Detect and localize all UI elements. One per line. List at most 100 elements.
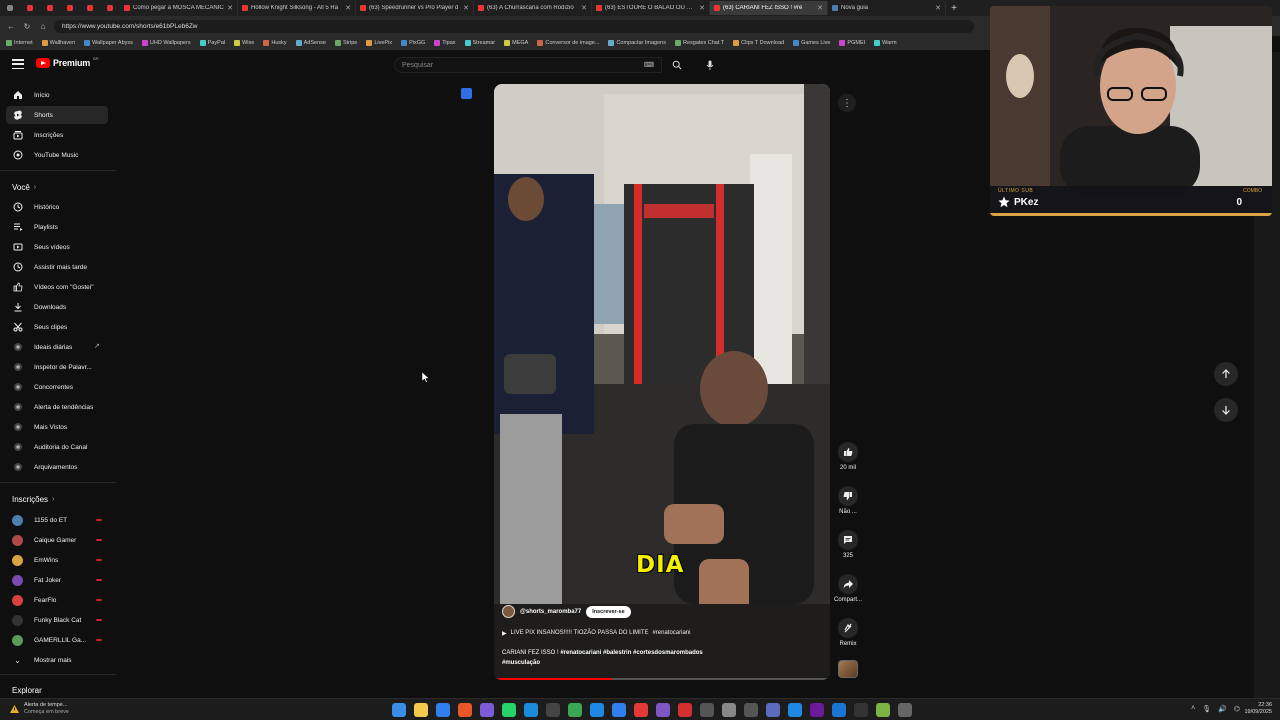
sidebar-section-subscriptions[interactable]: Inscrições › [12,495,54,504]
bookmark-item[interactable]: Clips T Download [733,40,784,46]
bookmark-item[interactable]: AdSense [295,40,326,46]
close-tab-icon[interactable]: ✕ [699,4,705,12]
sidebar-item-you[interactable]: Seus clipes [6,318,108,336]
taskbar-app-icon[interactable] [722,703,736,717]
browser-tab[interactable]: (63) A Churrascaria com Rodízio ✕ [474,1,592,15]
next-short-button[interactable] [1214,398,1238,422]
taskbar-app-icon[interactable] [744,703,758,717]
close-tab-icon[interactable]: ✕ [227,4,233,12]
windows-start-icon[interactable] [392,703,406,717]
bookmark-item[interactable]: Wallhaven [41,40,75,46]
browser-tab[interactable]: Hollow Knight Silksong - All 5 Ra ✕ [238,1,356,15]
video-progress-bar[interactable] [494,678,830,680]
bookmark-item[interactable]: Wallpaper Abyss [84,40,133,46]
taskbar-app-icon[interactable] [876,703,890,717]
bookmark-item[interactable]: LivePix [366,40,392,46]
close-tab-icon[interactable]: ✕ [935,4,941,12]
taskbar-app-icon[interactable] [898,703,912,717]
sidebar-subscription[interactable]: EmWins [6,551,108,569]
share-button[interactable] [838,574,858,594]
sidebar-item-you[interactable]: Playlists [6,218,108,236]
network-icon[interactable]: ⌬ [1234,705,1240,713]
back-icon[interactable]: ← [6,22,16,31]
sidebar-item-in-cio[interactable]: Início [6,86,108,104]
sidebar-subscription[interactable]: GAMERLLIL Ga... [6,631,108,649]
taskbar-app-icon[interactable] [546,703,560,717]
live-tag[interactable]: #renatocariani [652,630,690,637]
browser-tab[interactable]: (63) Speedrunner vs Pro Player d ✕ [356,1,474,15]
speaker-icon[interactable]: 🔊 [1218,705,1227,713]
taskbar-app-icon[interactable] [524,703,538,717]
subscribe-button[interactable]: Inscrever-se [586,605,631,618]
sidebar-item-inscri-es[interactable]: Inscrições [6,126,108,144]
more-options-button[interactable]: ⋮ [838,94,856,112]
reload-icon[interactable]: ↻ [22,22,32,31]
clock[interactable]: 22:36 19/09/2025 [1244,702,1272,716]
sidebar-item-youtube-music[interactable]: YouTube Music [6,146,108,164]
remix-button[interactable] [838,618,858,638]
keyboard-icon[interactable]: ⌨ [644,61,654,69]
short-video-player[interactable]: DIA @shorts_maromba77 Inscrever-se ▶ LIV… [494,84,830,680]
sidebar-item-you[interactable]: Concorrentes [6,378,108,396]
taskbar-app-icon[interactable] [854,703,868,717]
pinned-tab[interactable] [40,1,60,15]
live-pix-link[interactable]: ▶ LIVE PIX INSANOS!!!!! TIOZÃO PASSA DO … [502,630,690,637]
weather-widget[interactable]: Alerta de tempe... Começa em breve [10,702,69,715]
sidebar-section-you[interactable]: Você › [12,183,36,192]
bookmark-item[interactable]: Husky [263,40,287,46]
browser-tab-active[interactable]: (63) CARIANI FEZ ISSO ! #re ✕ [710,1,828,15]
pinned-tab[interactable] [100,1,120,15]
pinned-tab[interactable] [80,1,100,15]
description-hashtags[interactable]: #renatocariani #balestrin #cortesdosmaro… [560,650,702,656]
taskbar-app-icon[interactable] [568,703,582,717]
taskbar-app-icon[interactable] [810,703,824,717]
browser-tab[interactable]: (63) ESTOURE O BALÃO OU ENC ✕ [592,1,710,15]
tray-chevron-icon[interactable]: ˄ [1191,705,1195,713]
bookmark-item[interactable]: Wise [234,40,254,46]
sidebar-item-you[interactable]: Assistir mais tarde [6,258,108,276]
pinned-tab[interactable] [60,1,80,15]
taskbar-app-icon[interactable] [480,703,494,717]
like-action[interactable]: 20 mil [834,442,862,471]
bookmark-item[interactable]: MEGA [504,40,528,46]
sidebar-item-you[interactable]: Auditoria do Canal [6,438,108,456]
dislike-action[interactable]: Não ... [834,486,862,515]
extension-chip-icon[interactable] [461,88,472,99]
hamburger-menu-icon[interactable] [12,59,24,69]
sidebar-subscription[interactable]: Fat Joker [6,571,108,589]
search-button[interactable] [662,57,692,73]
close-tab-icon[interactable]: ✕ [345,4,351,12]
previous-short-button[interactable] [1214,362,1238,386]
search-input[interactable]: Pesquisar ⌨ [394,57,662,73]
bookmark-item[interactable]: Tipax [434,40,456,46]
sidebar-subscription[interactable]: FearFlo [6,591,108,609]
mic-tray-icon[interactable]: 🎙 [1202,705,1211,713]
taskbar-app-icon[interactable] [590,703,604,717]
remix-action[interactable]: Remix [834,618,862,647]
url-field[interactable]: https://www.youtube.com/shorts/e61bPLeb6… [54,19,974,33]
sidebar-item-you[interactable]: Arquivamentos [6,458,108,476]
bookmark-item[interactable]: Stripe [334,40,357,46]
taskbar-app-icon[interactable] [612,703,626,717]
sound-thumbnail[interactable] [838,660,858,678]
bookmark-item[interactable]: PixGG [401,40,425,46]
bookmark-item[interactable]: Compactar Imagens [608,40,666,46]
taskbar-app-icon[interactable] [634,703,648,717]
taskbar-app-icon[interactable] [700,703,714,717]
taskbar-app-icon[interactable] [458,703,472,717]
bookmark-item[interactable]: PGMEI [839,40,865,46]
bookmark-item[interactable]: Internet [6,40,33,46]
taskbar-app-icon[interactable] [832,703,846,717]
sidebar-item-you[interactable]: Mais Vistos [6,418,108,436]
pinned-tab[interactable] [20,1,40,15]
taskbar-app-icon[interactable] [502,703,516,717]
sidebar-subscription[interactable]: Funky Black Cat [6,611,108,629]
taskbar-app-icon[interactable] [788,703,802,717]
taskbar-app-icon[interactable] [766,703,780,717]
short-description[interactable]: CARIANI FEZ ISSO ! #renatocariani #bales… [502,648,742,668]
close-tab-icon[interactable]: ✕ [463,4,469,12]
sidebar-item-you[interactable]: Histórico [6,198,108,216]
taskbar-app-icon[interactable] [678,703,692,717]
youtube-premium-logo[interactable]: Premium BR [36,56,99,68]
comments-button[interactable] [838,530,858,550]
